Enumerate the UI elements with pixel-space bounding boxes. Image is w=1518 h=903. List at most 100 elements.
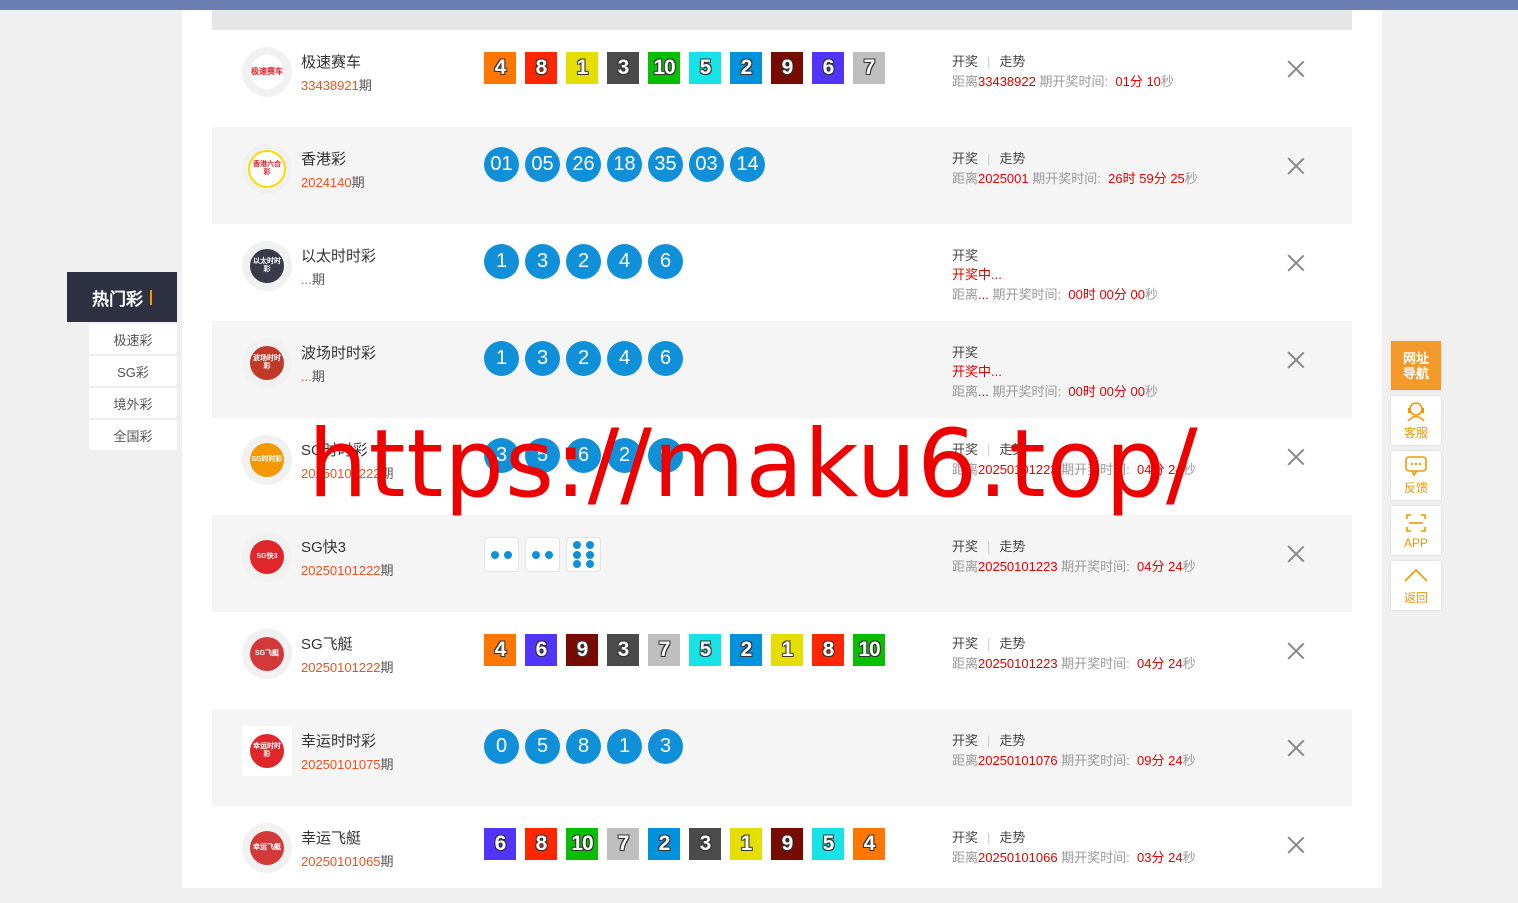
- lottery-row-xingyun-shishicai: 幸运时时彩 幸运时时彩 20250101075期 05813 开奖 | 走势 距离2…: [212, 709, 1352, 806]
- lottery-name[interactable]: 极速赛车: [301, 51, 361, 72]
- lottery-issue: 20250101222期: [301, 657, 394, 676]
- lottery-logo[interactable]: 幸运飞艇: [242, 823, 292, 873]
- result-number-ball: 3: [525, 244, 560, 279]
- feedback-button[interactable]: 反馈: [1391, 451, 1441, 500]
- countdown: 距离2025001 期开奖时间: 26时 59分 25秒: [952, 168, 1198, 187]
- countdown: 距离20250101223 期开奖时间: 04分 24秒: [952, 653, 1196, 672]
- result-number-square: 9: [771, 52, 803, 84]
- headset-icon: [1405, 400, 1427, 422]
- dice-face: [525, 537, 560, 572]
- period-time-label: 期开奖时间:: [1061, 753, 1130, 768]
- draw-link[interactable]: 开奖: [952, 151, 978, 166]
- sidebar-item-national[interactable]: 全国彩: [89, 420, 177, 451]
- back-to-top-button[interactable]: 返回: [1391, 561, 1441, 610]
- lottery-name[interactable]: SG飞艇: [301, 633, 353, 654]
- result-number-square: 3: [607, 634, 639, 666]
- lottery-row-xingyun-feiting: 幸运飞艇 幸运飞艇 20250101065期 6 8 10 7 2 3 1 9 5 4 开奖 | 走势…: [212, 806, 1352, 903]
- customer-service-button[interactable]: 客服: [1391, 396, 1441, 445]
- lottery-logo[interactable]: 幸运时时彩: [242, 726, 292, 776]
- sidebar-item-overseas[interactable]: 境外彩: [89, 388, 177, 419]
- time-unit: 秒: [1182, 656, 1196, 671]
- distance-prefix: 距离: [952, 753, 979, 768]
- link-separator: |: [987, 830, 991, 845]
- chat-bubble-icon: [1404, 455, 1428, 477]
- draw-link[interactable]: 开奖: [952, 54, 978, 69]
- issue-number: ...: [301, 369, 312, 384]
- time-unit: 秒: [1145, 384, 1159, 399]
- trend-link[interactable]: 走势: [999, 733, 1025, 748]
- draw-link[interactable]: 开奖: [952, 248, 978, 263]
- logo-image: SG飞艇: [250, 637, 284, 671]
- close-icon[interactable]: [1287, 448, 1305, 466]
- sidebar-item-sg[interactable]: SG彩: [89, 356, 177, 387]
- lottery-logo[interactable]: SG快3: [242, 532, 292, 582]
- result-balls: 01 05 26 18 35 03 14: [484, 147, 765, 182]
- app-button[interactable]: APP: [1391, 506, 1441, 555]
- lottery-name[interactable]: 幸运飞艇: [301, 827, 361, 848]
- lottery-row-xianggang: 香港六合彩 香港彩 2024140期 01 05 26 18 35 03 14 开奖 | 走势 …: [212, 127, 1352, 224]
- time-value: 01: [1115, 74, 1130, 89]
- draw-link[interactable]: 开奖: [952, 830, 978, 845]
- result-number-square: 5: [689, 52, 721, 84]
- lottery-logo[interactable]: 极速赛车: [242, 47, 292, 97]
- draw-link[interactable]: 开奖: [952, 539, 978, 554]
- trend-link[interactable]: 走势: [999, 830, 1025, 845]
- time-unit: 分: [1129, 74, 1147, 89]
- lottery-name[interactable]: 幸运时时彩: [301, 730, 376, 751]
- url-nav-button[interactable]: 网址 导航: [1391, 341, 1441, 390]
- lottery-name[interactable]: 以太时时彩: [301, 245, 376, 266]
- period-time-label: 期开奖时间:: [1061, 559, 1130, 574]
- lottery-name[interactable]: SG快3: [301, 536, 346, 557]
- close-icon[interactable]: [1287, 545, 1305, 563]
- close-icon[interactable]: [1287, 157, 1305, 175]
- dice-pip: [572, 560, 581, 569]
- next-issue: 20250101066: [978, 850, 1058, 865]
- close-icon[interactable]: [1287, 351, 1305, 369]
- lottery-name[interactable]: 波场时时彩: [301, 342, 376, 363]
- close-icon[interactable]: [1287, 642, 1305, 660]
- close-icon[interactable]: [1287, 254, 1305, 272]
- time-unit: 秒: [1160, 74, 1174, 89]
- url-watermark: https://maku6.top/: [308, 410, 1199, 519]
- dice-pip: [545, 550, 554, 559]
- time-unit: 分: [1151, 753, 1169, 768]
- sidebar-item-jisu[interactable]: 极速彩: [89, 324, 177, 355]
- result-number-ball: 8: [566, 729, 601, 764]
- time-value: 59: [1139, 171, 1154, 186]
- draw-link[interactable]: 开奖: [952, 345, 978, 360]
- close-icon[interactable]: [1287, 739, 1305, 757]
- sidebar-title-text: 热门彩: [92, 289, 143, 309]
- result-number-ball: 6: [648, 244, 683, 279]
- dice-pip: [572, 550, 581, 559]
- logo-image: SG时时彩: [250, 443, 284, 477]
- lottery-row-sg-feiting: SG飞艇 SG飞艇 20250101222期 4 6 9 3 7 5 2 1 8 10 开奖 | 走势…: [212, 612, 1352, 709]
- trend-link[interactable]: 走势: [999, 636, 1025, 651]
- link-separator: |: [987, 733, 991, 748]
- period-time-label: 期开奖时间:: [992, 287, 1062, 302]
- trend-link[interactable]: 走势: [999, 54, 1025, 69]
- result-number-square: 7: [607, 828, 639, 860]
- close-icon[interactable]: [1287, 836, 1305, 854]
- result-number-square: 10: [648, 52, 680, 84]
- trend-link[interactable]: 走势: [999, 151, 1025, 166]
- draw-link[interactable]: 开奖: [952, 733, 978, 748]
- lottery-logo[interactable]: 香港六合彩: [242, 144, 292, 194]
- result-number-square: 8: [812, 634, 844, 666]
- draw-link[interactable]: 开奖: [952, 636, 978, 651]
- result-number-square: 1: [730, 828, 762, 860]
- time-unit: 分: [1151, 850, 1169, 865]
- trend-link[interactable]: 走势: [999, 539, 1025, 554]
- lottery-logo[interactable]: 以太时时彩: [242, 241, 292, 291]
- result-number-square: 8: [525, 52, 557, 84]
- lottery-logo[interactable]: SG时时彩: [242, 435, 292, 485]
- result-number-ball: 14: [730, 147, 765, 182]
- distance-prefix: 距离: [952, 850, 979, 865]
- close-icon[interactable]: [1287, 60, 1305, 78]
- lottery-logo[interactable]: 波场时时彩: [242, 338, 292, 388]
- time-unit: 时: [1122, 171, 1140, 186]
- lottery-logo[interactable]: SG飞艇: [242, 629, 292, 679]
- period-time-label: 期开奖时间:: [1061, 656, 1130, 671]
- result-balls: 13246: [484, 244, 683, 279]
- lottery-name[interactable]: 香港彩: [301, 148, 346, 169]
- sidebar-title: 热门彩: [67, 272, 177, 322]
